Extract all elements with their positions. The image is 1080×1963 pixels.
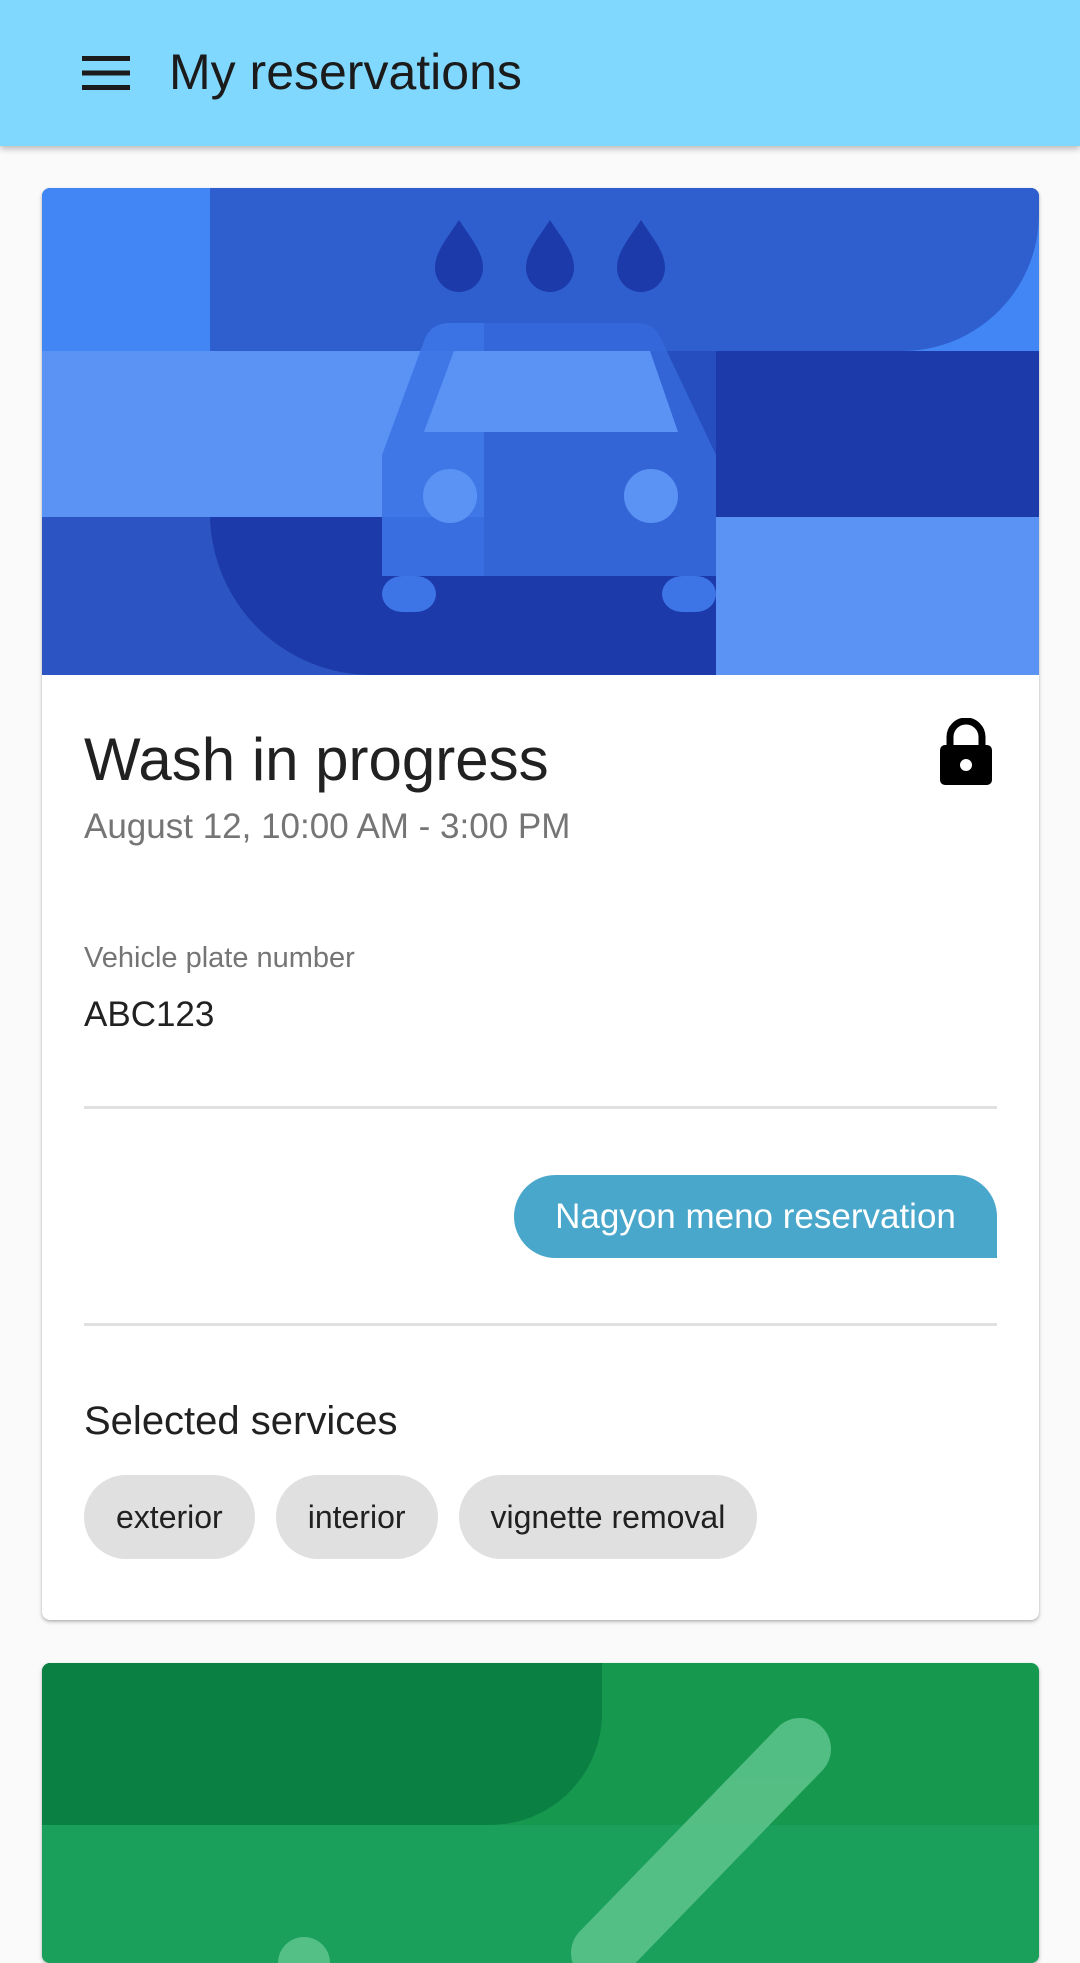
services-title: Selected services [84, 1399, 398, 1443]
reservation-card [42, 1663, 1039, 1963]
divider [84, 1323, 997, 1326]
menu-icon[interactable] [58, 28, 154, 118]
service-chips: exterior interior vignette removal [84, 1475, 758, 1559]
status-title: Wash in progress [84, 726, 549, 793]
time-range: August 12, 10:00 AM - 3:00 PM [84, 807, 571, 846]
divider [84, 1106, 997, 1109]
lock-icon [937, 717, 995, 788]
pen-icon [42, 1663, 1039, 1963]
reservation-card: Wash in progress August 12, 10:00 AM - 3… [42, 188, 1039, 1620]
plate-value: ABC123 [84, 995, 215, 1034]
service-chip: vignette removal [458, 1475, 758, 1559]
car-wash-icon [42, 188, 1039, 675]
service-chip: exterior [84, 1475, 255, 1559]
app-bar: My reservations [0, 0, 1080, 146]
page-title: My reservations [169, 44, 522, 100]
plate-label: Vehicle plate number [84, 942, 355, 974]
reservation-action-button[interactable]: Nagyon meno reservation [514, 1175, 997, 1258]
service-chip: interior [275, 1475, 438, 1559]
